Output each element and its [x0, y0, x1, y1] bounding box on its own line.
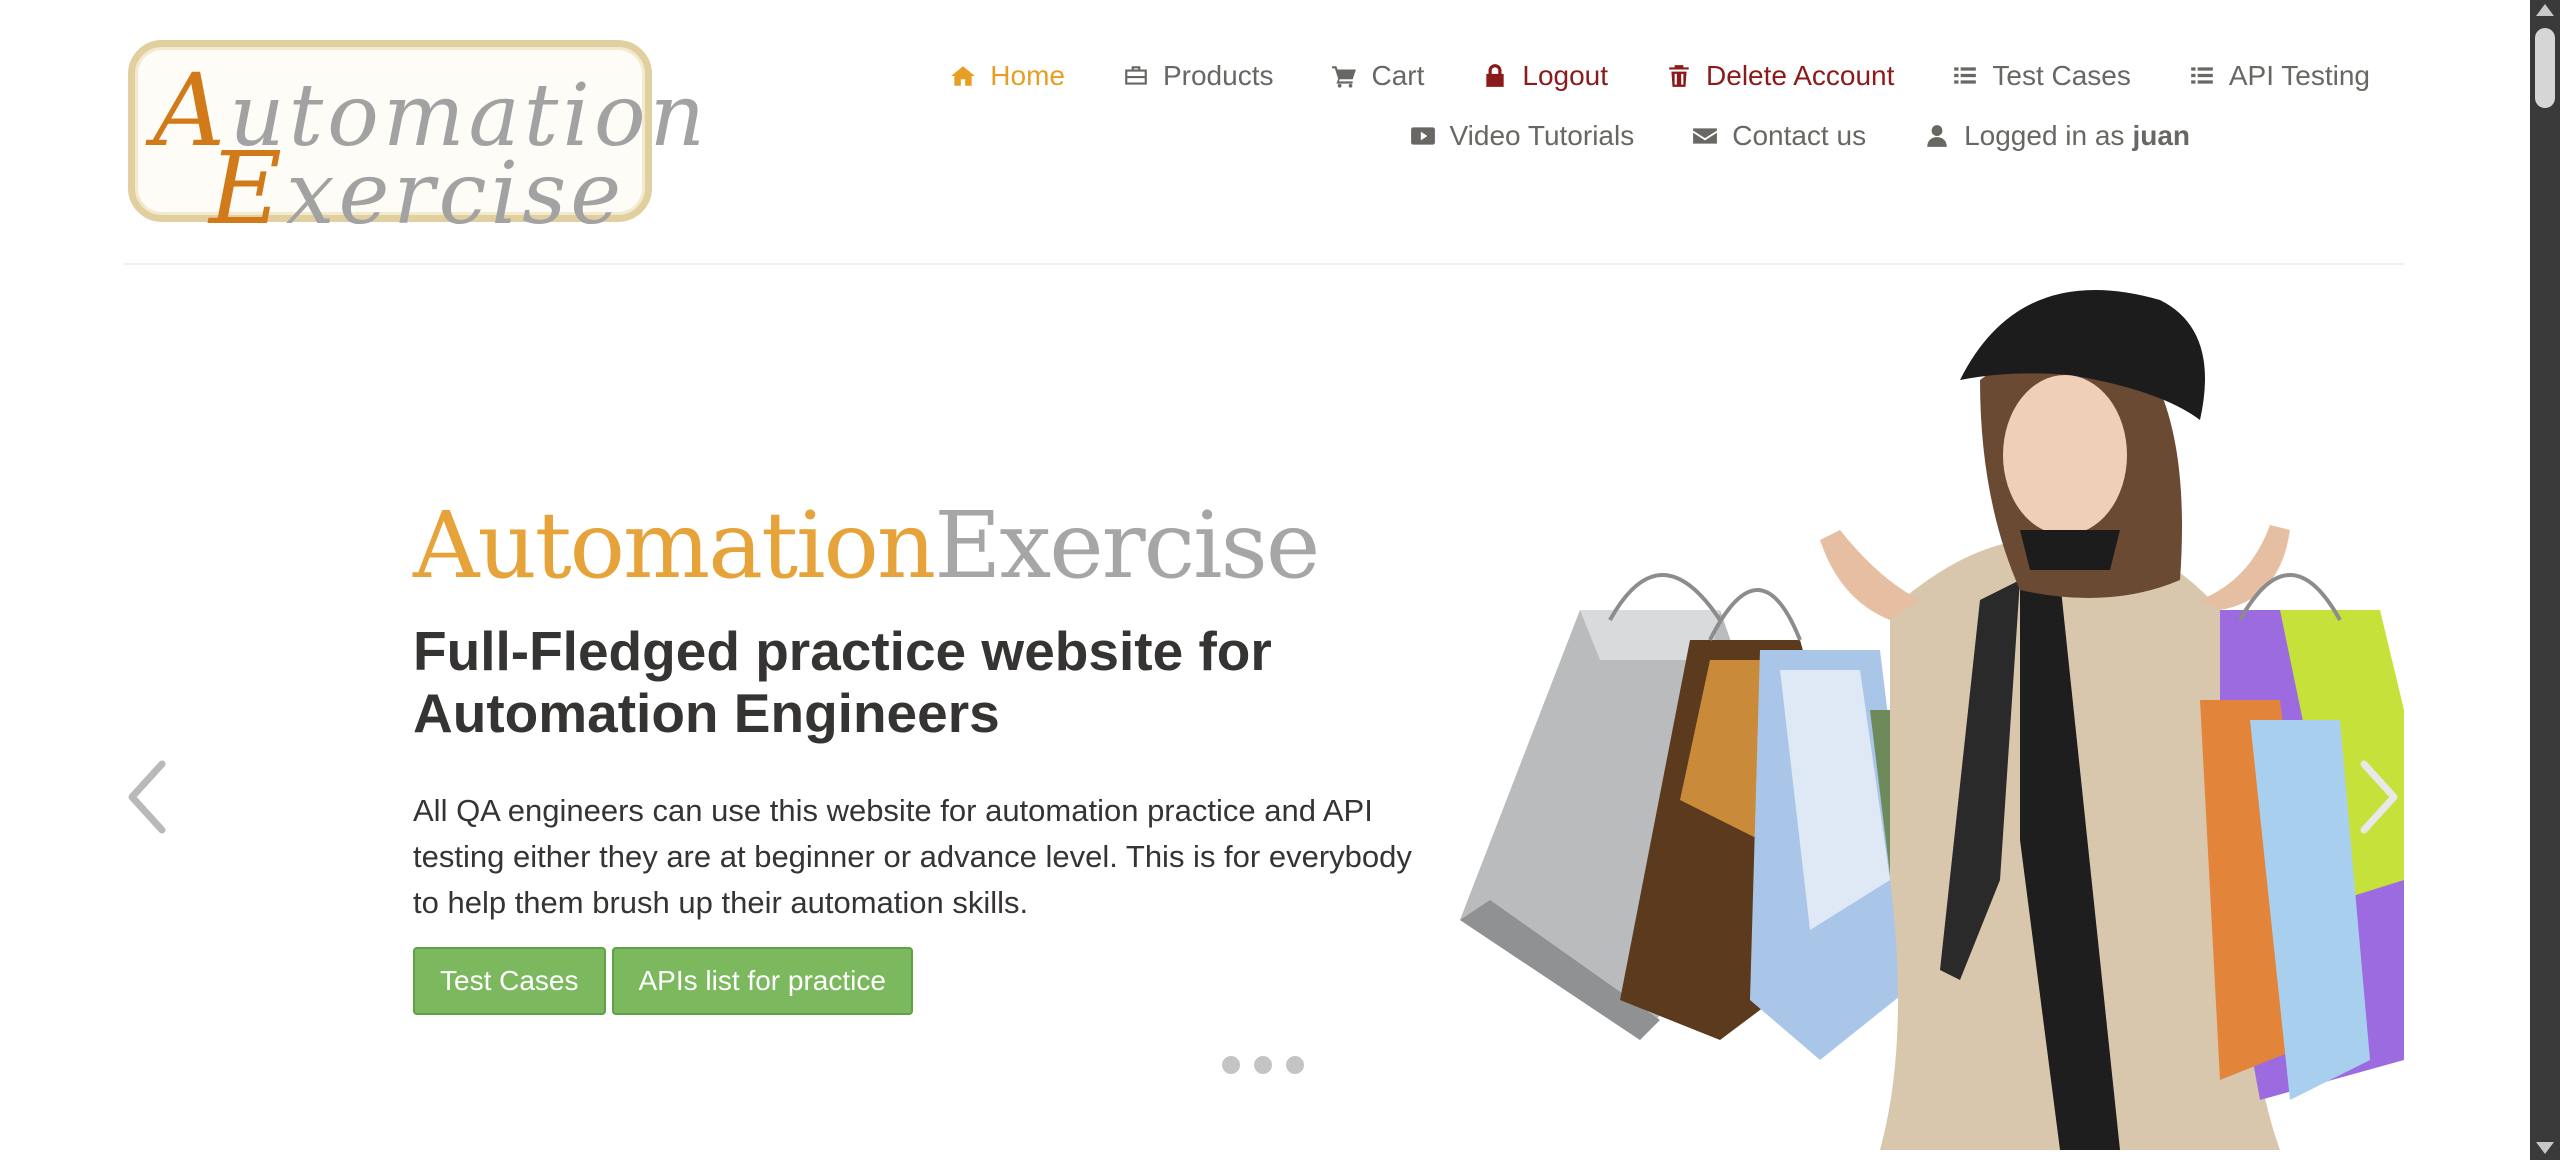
hero-brand: AutomationExercise: [413, 492, 1320, 599]
test-cases-button[interactable]: Test Cases: [413, 947, 606, 1015]
site-logo[interactable]: Automation Exercise: [128, 40, 705, 239]
user-icon: [1927, 125, 1947, 147]
scroll-up-icon[interactable]: [2536, 4, 2554, 16]
logged-in-username: juan: [2132, 120, 2190, 151]
cart-icon: [1332, 66, 1357, 88]
hero-description: All QA engineers can use this website fo…: [413, 793, 1412, 920]
slider-dot-1[interactable]: [1222, 1056, 1240, 1074]
slider-next-icon[interactable]: [2358, 760, 2402, 834]
slider-dot-2[interactable]: [1254, 1056, 1272, 1074]
envelope-icon: [1693, 128, 1718, 144]
woman-with-shopping-bags-image: [1460, 290, 2404, 1150]
nav-delete-account[interactable]: Delete Account: [1666, 60, 1894, 92]
nav-logout[interactable]: Logout: [1482, 60, 1608, 92]
main-nav: Home Products Cart Logout Delete Account…: [950, 60, 2370, 92]
nav-api-testing[interactable]: API Testing: [2189, 60, 2370, 92]
secondary-nav: Video Tutorials Contact us Logged in as …: [1410, 120, 2190, 152]
nav-logged-in-as[interactable]: Logged in as juan: [1924, 120, 2190, 152]
nav-video-tutorials[interactable]: Video Tutorials: [1410, 120, 1634, 152]
nav-contact-us[interactable]: Contact us: [1692, 120, 1866, 152]
briefcase-icon: [1125, 66, 1147, 85]
nav-products[interactable]: Products: [1123, 60, 1273, 92]
home-icon: [951, 66, 976, 86]
hero-title: Full-Fledged practice website for Automa…: [413, 620, 1272, 744]
vertical-scrollbar[interactable]: [2530, 0, 2560, 1160]
apis-list-button[interactable]: APIs list for practice: [611, 947, 913, 1015]
nav-test-cases[interactable]: Test Cases: [1952, 60, 2131, 92]
scroll-down-icon[interactable]: [2536, 1142, 2554, 1154]
logo-line-2: Exercise: [209, 130, 626, 247]
hero-buttons: Test Cases APIs list for practice: [413, 947, 919, 1015]
youtube-play-icon: [1410, 127, 1435, 145]
scroll-thumb[interactable]: [2535, 28, 2555, 108]
slider-prev-icon[interactable]: [124, 760, 168, 834]
lock-icon: [1486, 64, 1505, 87]
nav-cart[interactable]: Cart: [1331, 60, 1424, 92]
list-icon: [1954, 67, 1977, 84]
list-icon: [2191, 67, 2213, 84]
nav-home[interactable]: Home: [950, 60, 1065, 92]
slider-dot-3[interactable]: [1286, 1056, 1304, 1074]
slider-indicators: [1222, 1056, 1318, 1074]
header-divider: [124, 263, 2404, 265]
trash-icon: [1669, 65, 1689, 87]
